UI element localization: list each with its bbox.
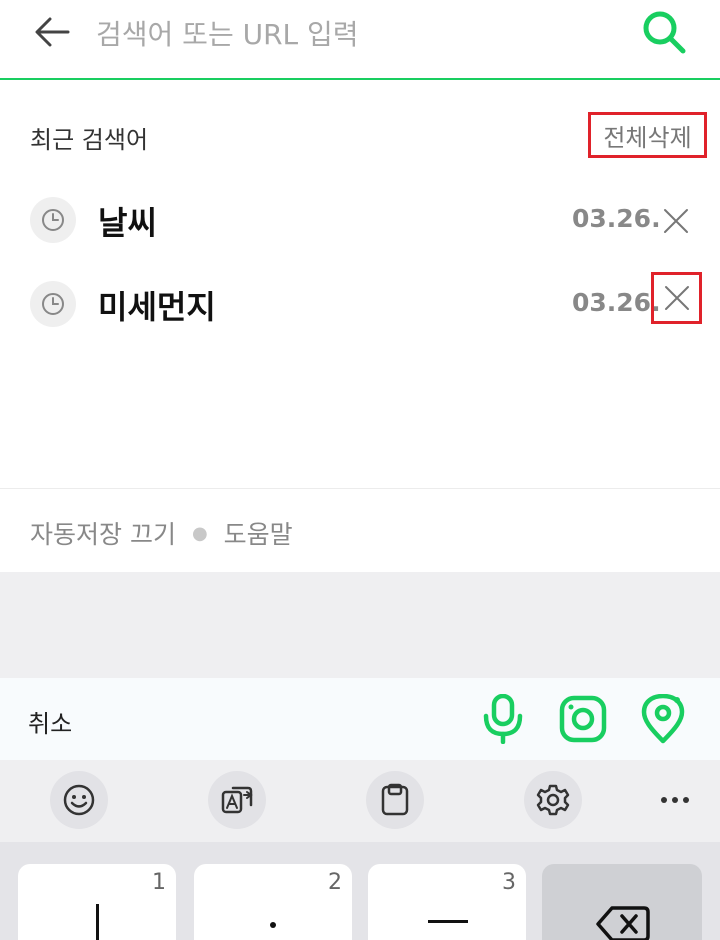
more-button[interactable] — [646, 771, 704, 829]
keyboard-action-bar: 취소 — [0, 678, 720, 760]
clipboard-button[interactable] — [366, 771, 424, 829]
key-3[interactable]: 3 — [368, 864, 526, 940]
footer-links: 자동저장 끄기 ● 도움말 — [30, 515, 293, 551]
help-link[interactable]: 도움말 — [224, 515, 293, 551]
place-search-button[interactable] — [636, 692, 690, 746]
translate-icon — [221, 786, 253, 814]
microphone-icon — [483, 694, 523, 744]
recent-search-item[interactable]: 미세먼지 03.26. — [0, 268, 720, 340]
keyboard-keys: 1 2 3 — [0, 842, 720, 940]
remove-item-button[interactable] — [655, 200, 697, 242]
cancel-button[interactable]: 취소 — [28, 704, 72, 739]
recent-search-date: 03.26. — [572, 204, 661, 233]
search-input[interactable] — [96, 10, 616, 58]
camera-lens-icon — [559, 695, 607, 743]
emoji-icon — [63, 784, 95, 816]
translate-button[interactable] — [208, 771, 266, 829]
more-icon — [661, 797, 689, 803]
clock-icon — [30, 197, 76, 243]
settings-icon — [536, 784, 570, 816]
emoji-button[interactable] — [50, 771, 108, 829]
key-1[interactable]: 1 — [18, 864, 176, 940]
location-pin-icon — [641, 694, 685, 744]
recent-search-term[interactable]: 날씨 — [98, 198, 157, 244]
key-2[interactable]: 2 — [194, 864, 352, 940]
recent-searches-title: 최근 검색어 — [30, 126, 149, 154]
backspace-key[interactable] — [542, 864, 702, 940]
search-bar — [0, 0, 720, 80]
backspace-icon — [596, 906, 650, 940]
voice-search-button[interactable] — [476, 692, 530, 746]
recent-search-term[interactable]: 미세먼지 — [98, 282, 216, 328]
clock-icon — [30, 281, 76, 327]
empty-area — [0, 572, 720, 678]
recent-search-item[interactable]: 날씨 03.26. — [0, 184, 720, 256]
autosave-off-link[interactable]: 자동저장 끄기 — [30, 515, 176, 551]
divider — [0, 488, 720, 489]
search-icon — [643, 11, 686, 54]
clipboard-icon — [381, 783, 409, 816]
delete-all-button[interactable]: 전체삭제 — [588, 112, 707, 158]
key-number: 3 — [502, 870, 516, 895]
back-button[interactable] — [30, 12, 74, 52]
key-glyph-horizontal — [428, 920, 468, 923]
lens-search-button[interactable] — [556, 692, 610, 746]
separator-dot: ● — [191, 522, 208, 544]
close-icon — [664, 286, 689, 310]
arrow-left-icon — [35, 17, 70, 47]
key-glyph-dot — [270, 922, 276, 928]
remove-item-button[interactable] — [651, 272, 702, 324]
close-icon — [664, 209, 688, 233]
recent-search-date: 03.26. — [572, 288, 661, 317]
keyboard-toolbar — [0, 760, 720, 842]
key-glyph-vertical — [96, 904, 99, 940]
key-number: 1 — [152, 870, 166, 895]
key-number: 2 — [328, 870, 342, 895]
keyboard-settings-button[interactable] — [524, 771, 582, 829]
search-button[interactable] — [638, 6, 690, 58]
